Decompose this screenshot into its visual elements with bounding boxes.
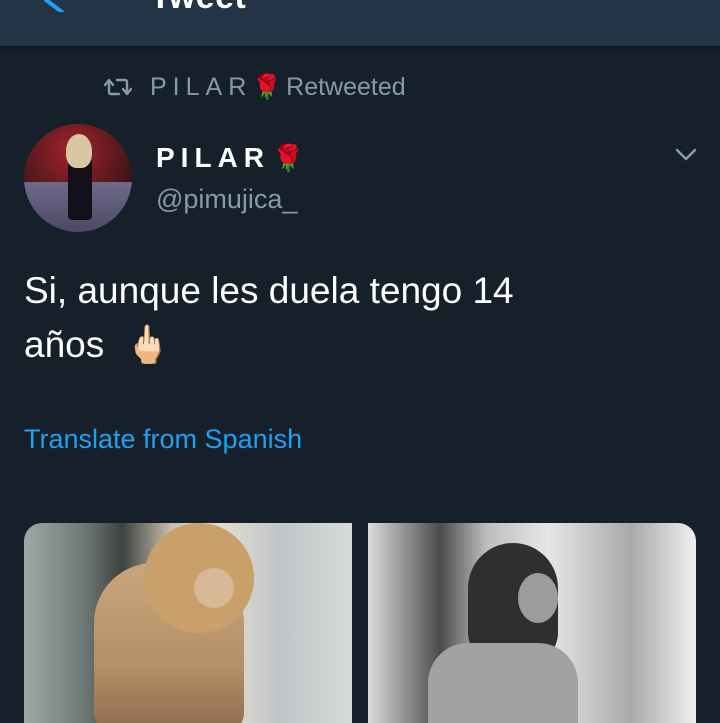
media-photo-1[interactable] — [24, 523, 352, 723]
retweeted-by-row: PILAR 🌹 Retweeted — [104, 70, 406, 104]
retweeted-label: Retweeted — [286, 72, 406, 101]
top-app-bar: Tweet — [0, 0, 720, 46]
avatar[interactable] — [24, 124, 132, 232]
rose-emoji-icon: 🌹 — [272, 142, 305, 173]
retweet-icon — [104, 78, 132, 96]
middle-finger-emoji-icon: 🖕🏻 — [124, 324, 171, 365]
tweet-text: Si, aunque les duela tengo 14 años 🖕🏻 — [24, 264, 684, 372]
retweeter-name[interactable]: PILAR — [150, 73, 252, 102]
translate-link[interactable]: Translate from Spanish — [24, 424, 302, 455]
rose-emoji-icon: 🌹 — [252, 73, 283, 101]
chevron-down-icon[interactable] — [674, 144, 698, 164]
avatar-head — [66, 134, 92, 168]
media-photo-2[interactable] — [368, 523, 696, 723]
tweet-text-line1: Si, aunque les duela tengo 14 — [24, 270, 514, 311]
author-display-name[interactable]: PILAR 🌹 — [156, 142, 304, 174]
author-handle[interactable]: @pimujica_ — [156, 184, 297, 215]
author-name-text: PILAR — [156, 142, 270, 173]
tweet-text-line2: años — [24, 324, 105, 365]
back-arrow-icon[interactable] — [40, 0, 70, 12]
page-title: Tweet — [150, 0, 246, 17]
